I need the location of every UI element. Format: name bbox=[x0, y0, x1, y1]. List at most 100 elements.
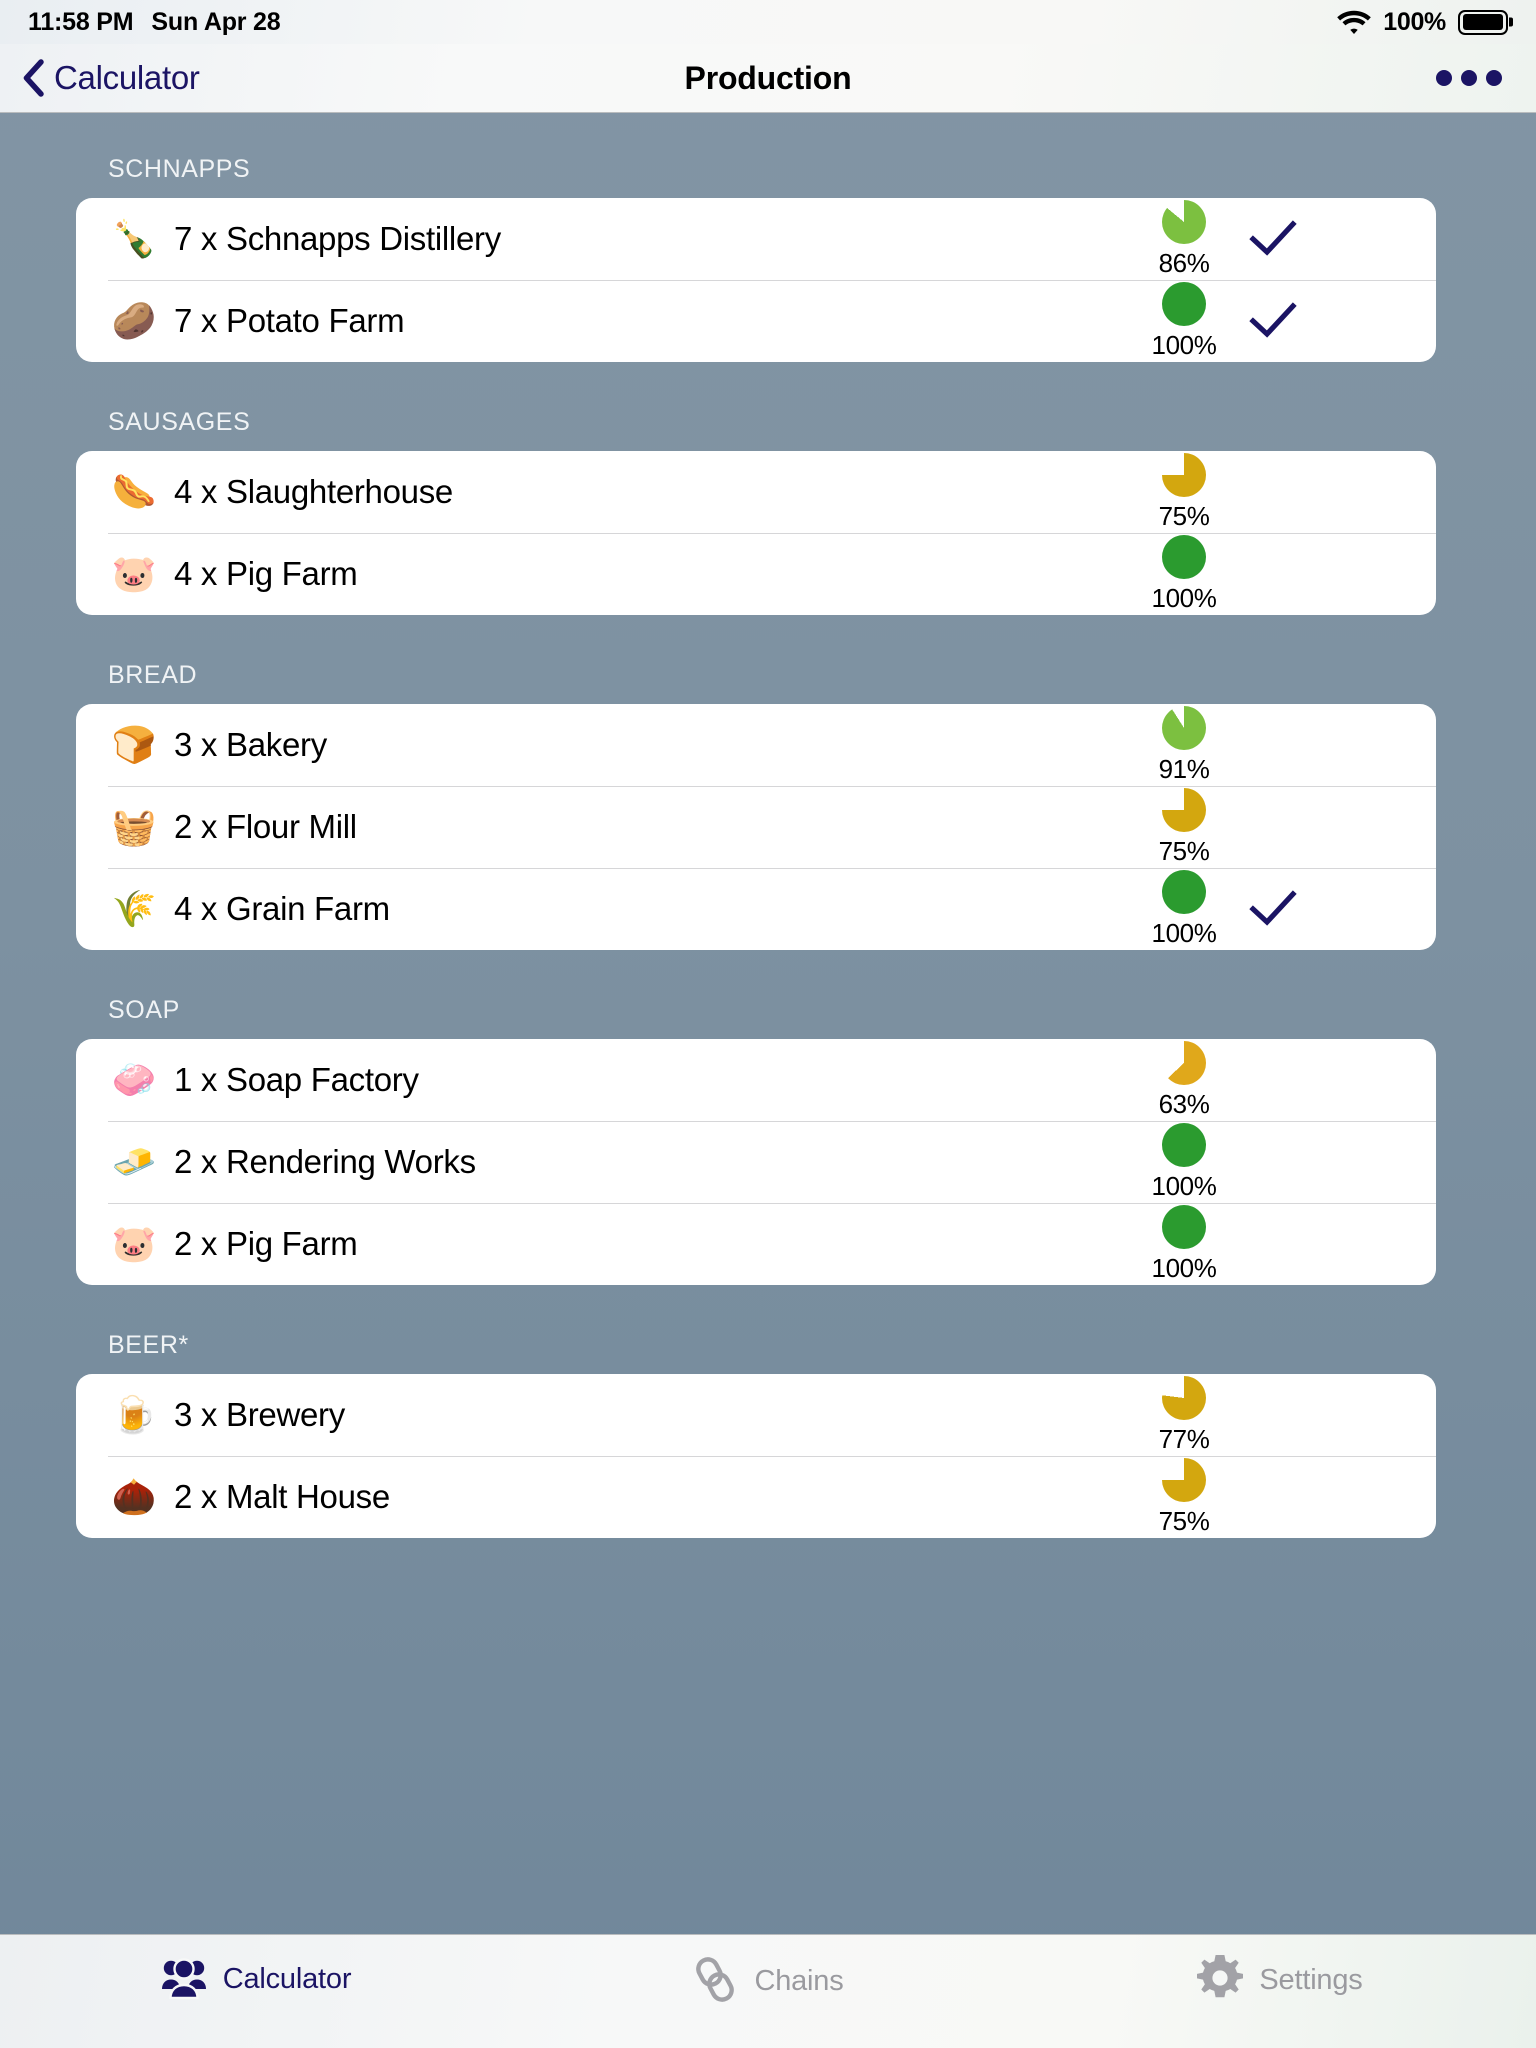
production-row[interactable]: 🧼 1 x Soap Factory 63% bbox=[76, 1039, 1436, 1121]
efficiency-pie-chart bbox=[1162, 534, 1206, 579]
checkmark-icon-hidden bbox=[1238, 1060, 1308, 1100]
production-row-status: 100% bbox=[1136, 869, 1436, 949]
efficiency-pie-chart bbox=[1162, 1204, 1206, 1249]
efficiency-percent-label: 100% bbox=[1151, 1170, 1217, 1201]
production-row-label: 2 x Rendering Works bbox=[174, 1143, 476, 1180]
production-row[interactable]: 🌰 2 x Malt House 75% bbox=[76, 1456, 1436, 1538]
soap-bar-icon: 🧼 bbox=[111, 1059, 157, 1100]
production-row[interactable]: 🍞 3 x Bakery 91% bbox=[76, 704, 1436, 786]
schnapps-bottle-icon: 🍾 bbox=[111, 218, 157, 259]
production-row[interactable]: 🧺 2 x Flour Mill 75% bbox=[76, 786, 1436, 868]
tab-chains[interactable]: Chains bbox=[512, 1935, 1024, 2008]
production-section: SCHNAPPS 🍾 7 x Schnapps Distillery 86% 🥔 7 x … bbox=[0, 155, 1536, 362]
efficiency-indicator: 75% bbox=[1136, 452, 1232, 532]
efficiency-indicator: 75% bbox=[1136, 1457, 1232, 1537]
production-row-status: 91% bbox=[1136, 705, 1436, 785]
section-card: 🍾 7 x Schnapps Distillery 86% 🥔 7 x Potato F… bbox=[76, 198, 1436, 362]
production-row[interactable]: 🥔 7 x Potato Farm 100% bbox=[76, 280, 1436, 362]
bread-icon: 🍞 bbox=[111, 724, 157, 765]
battery-percent: 100% bbox=[1383, 7, 1446, 36]
tab-calculator[interactable]: Calculator bbox=[0, 1935, 512, 2004]
section-title: BREAD bbox=[108, 661, 198, 689]
production-row-status: 75% bbox=[1136, 1457, 1436, 1537]
checkmark-icon-hidden bbox=[1238, 1477, 1308, 1517]
efficiency-percent-label: 86% bbox=[1158, 247, 1210, 278]
production-row-status: 100% bbox=[1136, 1204, 1436, 1284]
checkmark-icon-hidden bbox=[1238, 1224, 1308, 1264]
production-row[interactable]: 🍺 3 x Brewery 77% bbox=[76, 1374, 1436, 1456]
production-row-label: 3 x Brewery bbox=[174, 1396, 345, 1433]
section-card: 🍞 3 x Bakery 91% 🧺 2 x Flour Mill 75% 🌾 4 x Gra… bbox=[76, 704, 1436, 950]
production-row[interactable]: 🧈 2 x Rendering Works 100% bbox=[76, 1121, 1436, 1203]
tab-chains-label: Chains bbox=[754, 1965, 844, 1997]
efficiency-indicator: 86% bbox=[1136, 199, 1232, 279]
production-row[interactable]: 🐷 2 x Pig Farm 100% bbox=[76, 1203, 1436, 1285]
production-section: BEER* 🍺 3 x Brewery 77% 🌰 2 x Malt House 75% bbox=[0, 1331, 1536, 1538]
malt-icon: 🌰 bbox=[111, 1476, 157, 1517]
production-row-label: 4 x Pig Farm bbox=[174, 555, 358, 592]
section-title: SOAP bbox=[108, 996, 180, 1024]
section-title: BEER* bbox=[108, 1331, 189, 1359]
status-bar: 11:58 PM Sun Apr 28 100% bbox=[0, 0, 1536, 44]
production-section: SAUSAGES 🌭 4 x Slaughterhouse 75% 🐷 4 x Pig F… bbox=[0, 408, 1536, 615]
app-root: 11:58 PM Sun Apr 28 100% Calculator Prod… bbox=[0, 0, 1536, 2048]
production-row[interactable]: 🐷 4 x Pig Farm 100% bbox=[76, 533, 1436, 615]
status-date: Sun Apr 28 bbox=[151, 7, 281, 36]
navigation-bar: Calculator Production bbox=[0, 44, 1536, 113]
checkmark-icon-hidden bbox=[1238, 725, 1308, 765]
efficiency-percent-label: 63% bbox=[1158, 1088, 1210, 1119]
checkmark-icon-hidden bbox=[1238, 807, 1308, 847]
production-row-status: 86% bbox=[1136, 199, 1436, 279]
status-time: 11:58 PM bbox=[28, 7, 134, 36]
beer-glass-icon: 🍺 bbox=[111, 1394, 157, 1435]
production-row-label: 2 x Malt House bbox=[174, 1478, 390, 1515]
tab-settings[interactable]: Settings bbox=[1024, 1935, 1536, 2006]
production-row-label: 1 x Soap Factory bbox=[174, 1061, 419, 1098]
production-row[interactable]: 🌭 4 x Slaughterhouse 75% bbox=[76, 451, 1436, 533]
production-row[interactable]: 🌾 4 x Grain Farm 100% bbox=[76, 868, 1436, 950]
pig-icon: 🐷 bbox=[111, 553, 157, 594]
efficiency-percent-label: 100% bbox=[1151, 1252, 1217, 1283]
production-section: SOAP 🧼 1 x Soap Factory 63% 🧈 2 x Rendering W… bbox=[0, 996, 1536, 1285]
chain-links-icon bbox=[692, 1955, 738, 2008]
production-row-status: 77% bbox=[1136, 1375, 1436, 1455]
efficiency-indicator: 100% bbox=[1136, 1204, 1232, 1284]
tab-calculator-label: Calculator bbox=[222, 1963, 352, 1995]
efficiency-indicator: 91% bbox=[1136, 705, 1232, 785]
production-row-label: 7 x Potato Farm bbox=[174, 302, 405, 339]
people-group-icon bbox=[161, 1955, 207, 2004]
efficiency-indicator: 100% bbox=[1136, 534, 1232, 614]
efficiency-indicator: 77% bbox=[1136, 1375, 1232, 1455]
checkmark-icon-hidden bbox=[1238, 1142, 1308, 1182]
more-horizontal-icon[interactable] bbox=[1436, 70, 1536, 86]
checkmark-icon-hidden bbox=[1238, 1395, 1308, 1435]
production-row-status: 100% bbox=[1136, 1122, 1436, 1202]
section-card: 🌭 4 x Slaughterhouse 75% 🐷 4 x Pig Farm 100% bbox=[76, 451, 1436, 615]
production-row-status: 75% bbox=[1136, 787, 1436, 867]
efficiency-indicator: 100% bbox=[1136, 281, 1232, 361]
production-row-label: 2 x Pig Farm bbox=[174, 1225, 358, 1262]
efficiency-indicator: 75% bbox=[1136, 787, 1232, 867]
section-title: SCHNAPPS bbox=[108, 155, 251, 183]
efficiency-percent-label: 75% bbox=[1158, 500, 1210, 531]
efficiency-percent-label: 100% bbox=[1151, 917, 1217, 948]
pig-icon: 🐷 bbox=[111, 1223, 157, 1264]
efficiency-pie-chart bbox=[1162, 1375, 1206, 1420]
back-button[interactable]: Calculator bbox=[0, 59, 200, 97]
wifi-icon bbox=[1337, 10, 1372, 35]
efficiency-percent-label: 91% bbox=[1158, 753, 1210, 784]
production-row-label: 4 x Slaughterhouse bbox=[174, 473, 453, 510]
efficiency-pie-chart bbox=[1162, 1040, 1206, 1085]
back-button-label: Calculator bbox=[54, 59, 200, 96]
production-list[interactable]: SCHNAPPS 🍾 7 x Schnapps Distillery 86% 🥔 7 x … bbox=[0, 113, 1536, 1934]
efficiency-indicator: 100% bbox=[1136, 1122, 1232, 1202]
checkmark-icon bbox=[1238, 219, 1308, 259]
efficiency-pie-chart bbox=[1162, 1122, 1206, 1167]
efficiency-percent-label: 75% bbox=[1158, 835, 1210, 866]
battery-full-icon bbox=[1458, 9, 1508, 35]
checkmark-icon-hidden bbox=[1238, 472, 1308, 512]
tab-bar: Calculator Chains Settings bbox=[0, 1934, 1536, 2048]
production-row-status: 100% bbox=[1136, 534, 1436, 614]
efficiency-pie-chart bbox=[1162, 281, 1206, 326]
production-row[interactable]: 🍾 7 x Schnapps Distillery 86% bbox=[76, 198, 1436, 280]
